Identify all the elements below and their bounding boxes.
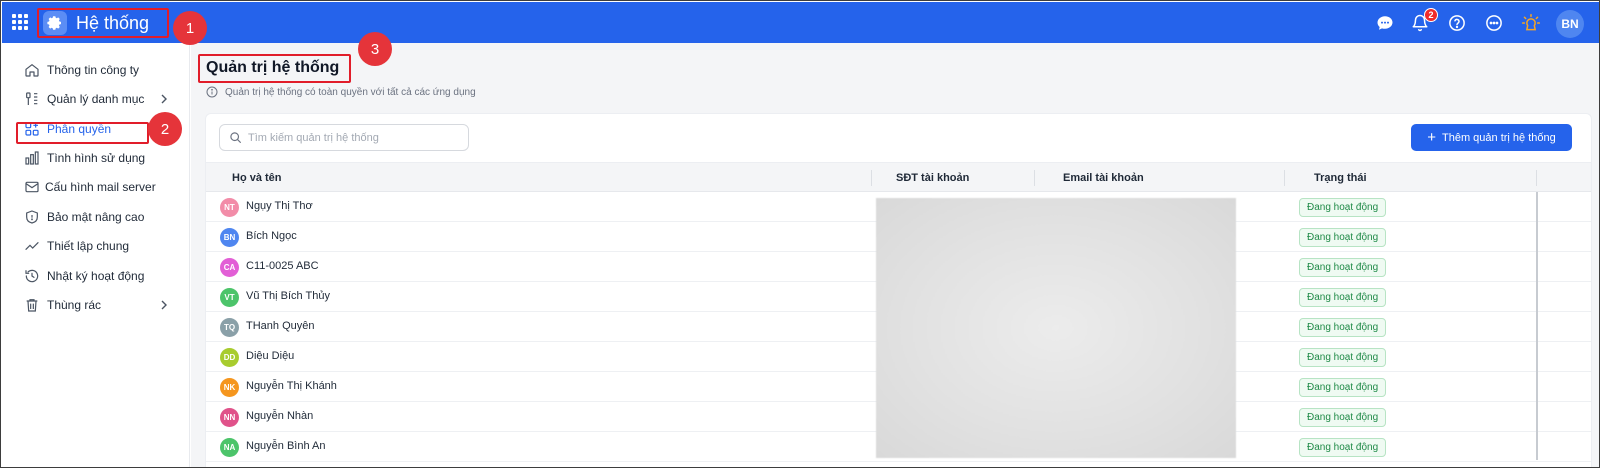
page-description-text: Quản trị hệ thống có toàn quyền với tất … (225, 86, 476, 98)
add-admin-button-label: Thêm quản trị hệ thống (1442, 131, 1556, 144)
column-header-status[interactable]: Trạng thái (1314, 172, 1367, 184)
sidebar-item-activity-log[interactable]: Nhật ký hoạt động (2, 262, 190, 290)
column-divider[interactable] (1284, 170, 1285, 186)
sidebar-item-mail-server[interactable]: Cấu hình mail server (2, 173, 190, 201)
column-header-email[interactable]: Email tài khoản (1063, 172, 1144, 184)
info-icon (206, 86, 218, 98)
step-marker-3: 3 (358, 32, 392, 66)
status-badge: Đang hoạt động (1299, 288, 1387, 307)
sidebar-item-usage[interactable]: Tình hình sử dụng (2, 144, 190, 172)
row-name: C11-0025 ABC (246, 260, 319, 272)
trend-icon (25, 242, 39, 250)
page-description: Quản trị hệ thống có toàn quyền với tất … (206, 86, 476, 98)
app-window: Hệ thống 2 BN 1 2 3 Thông tin công ty Qu (0, 0, 1600, 468)
page-title: Quản trị hệ thống (206, 59, 340, 76)
search-icon (230, 132, 241, 143)
sidebar-item-label: Tình hình sử dụng (47, 151, 146, 165)
row-avatar: VT (220, 288, 239, 307)
status-badge: Đang hoạt động (1299, 258, 1387, 277)
table-header: Họ và tên SĐT tài khoản Email tài khoản … (206, 162, 1591, 192)
more-icon[interactable] (1484, 13, 1504, 33)
chat-icon[interactable] (1375, 13, 1395, 33)
redacted-area (876, 198, 1236, 458)
sidebar-item-label: Nhật ký hoạt động (47, 269, 145, 283)
status-badge: Đang hoạt động (1299, 318, 1387, 337)
add-admin-button[interactable]: + Thêm quản trị hệ thống (1411, 124, 1572, 151)
plus-icon: + (1427, 129, 1436, 146)
row-name: Vũ Thị Bích Thủy (246, 290, 330, 302)
row-avatar: NN (220, 408, 239, 427)
status-badge: Đang hoạt động (1299, 408, 1387, 427)
status-badge: Đang hoạt động (1299, 438, 1387, 457)
app-title: Hệ thống (76, 12, 150, 33)
app-brand[interactable]: Hệ thống (37, 8, 169, 38)
row-name: Nguyễn Nhàn (246, 410, 314, 422)
row-name: Diệu Diệu (246, 350, 295, 362)
column-divider[interactable] (1536, 170, 1537, 186)
sidebar-item-label: Thiết lập chung (47, 239, 130, 253)
mail-icon (25, 181, 39, 193)
step-marker-1: 1 (173, 11, 207, 45)
chevron-right-icon (161, 300, 167, 310)
notification-badge: 2 (1424, 8, 1438, 22)
top-bar: Hệ thống 2 BN (2, 2, 1599, 43)
status-badge: Đang hoạt động (1299, 228, 1387, 247)
status-badge: Đang hoạt động (1299, 378, 1387, 397)
sidebar-item-general-settings[interactable]: Thiết lập chung (2, 232, 190, 260)
status-badge: Đang hoạt động (1299, 198, 1387, 217)
sidebar-item-label: Thùng rác (47, 298, 102, 312)
history-icon (25, 269, 39, 283)
home-icon (25, 64, 39, 77)
row-avatar: CA (220, 258, 239, 277)
help-icon[interactable] (1447, 13, 1467, 33)
user-avatar[interactable]: BN (1556, 10, 1584, 38)
row-name: THanh Quyên (246, 320, 315, 332)
row-avatar: DD (220, 348, 239, 367)
sidebar-item-company-info[interactable]: Thông tin công ty (2, 56, 190, 84)
catalog-icon (26, 92, 38, 105)
row-avatar: TQ (220, 318, 239, 337)
row-avatar: NT (220, 198, 239, 217)
lightbulb-icon[interactable] (1521, 13, 1541, 33)
row-name: Nguyễn Bình An (246, 440, 326, 452)
sidebar: Thông tin công ty Quản lý danh mục Phân … (2, 43, 190, 467)
sidebar-item-label: Quản lý danh mục (47, 92, 145, 106)
column-header-name[interactable]: Họ và tên (232, 172, 282, 184)
sidebar-item-label: Bảo mật nâng cao (47, 210, 145, 224)
apps-grid-icon[interactable] (12, 14, 28, 30)
sidebar-item-label: Thông tin công ty (47, 63, 140, 77)
row-avatar: NA (220, 438, 239, 457)
row-name: Nguyễn Thị Khánh (246, 380, 337, 392)
step-marker-2: 2 (148, 112, 182, 146)
status-badge: Đang hoạt động (1299, 348, 1387, 367)
search-input[interactable] (248, 131, 458, 144)
shield-icon (26, 210, 38, 224)
column-header-phone[interactable]: SĐT tài khoản (896, 172, 969, 184)
active-item-highlight (16, 122, 149, 144)
row-avatar: NK (220, 378, 239, 397)
row-name: Ngụy Thị Thơ (246, 200, 313, 212)
search-box[interactable] (219, 124, 469, 151)
row-name: Bích Ngọc (246, 230, 297, 242)
column-divider[interactable] (1034, 170, 1035, 186)
trash-icon (26, 299, 38, 312)
column-resize-handle[interactable] (1536, 192, 1538, 460)
chevron-right-icon (161, 94, 167, 104)
sidebar-item-catalog[interactable]: Quản lý danh mục (2, 85, 190, 113)
column-divider[interactable] (871, 170, 872, 186)
settings-gear-icon (43, 11, 67, 35)
sidebar-item-security[interactable]: Bảo mật nâng cao (2, 203, 190, 231)
usage-chart-icon (25, 151, 39, 165)
sidebar-item-label: Cấu hình mail server (45, 180, 156, 194)
sidebar-item-trash[interactable]: Thùng rác (2, 291, 190, 319)
row-avatar: BN (220, 228, 239, 247)
